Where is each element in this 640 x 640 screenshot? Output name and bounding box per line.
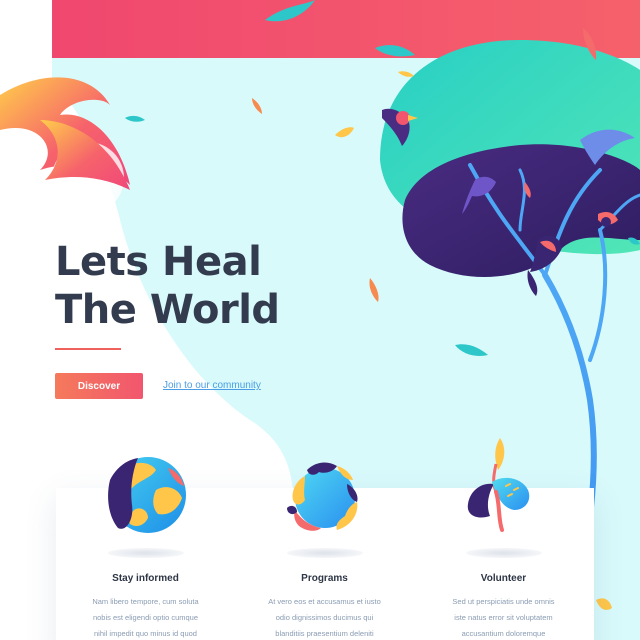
feature-description-line: blanditiis praesentium deleniti — [275, 629, 374, 638]
feature-card-volunteer[interactable]: Volunteer Sed ut perspiciatis unde omnis… — [414, 438, 593, 640]
feature-description-line: Nam libero tempore, cum soluta — [92, 597, 199, 606]
feature-description-line: odio dignissimos ducimus qui — [275, 613, 374, 622]
feature-description-line: accusantium doloremque — [461, 629, 546, 638]
feature-description: Nam libero tempore, cum soluta nobis est… — [78, 594, 213, 640]
feature-description-line: iste natus error sit voluptatem — [454, 613, 553, 622]
feature-description-line: At vero eos et accusamus et iusto — [268, 597, 381, 606]
title-divider — [55, 348, 121, 350]
sprout-icon — [467, 438, 530, 532]
feature-card-programs[interactable]: Programs At vero eos et accusamus et ius… — [235, 462, 414, 640]
hero-title-line-2: The World — [55, 287, 280, 333]
feature-title: Programs — [301, 573, 348, 584]
globe-icon — [108, 457, 186, 533]
feature-description-line: Sed ut perspiciatis unde omnis — [452, 597, 555, 606]
discover-button[interactable]: Discover — [55, 373, 143, 399]
feature-description: At vero eos et accusamus et iusto odio d… — [257, 594, 392, 640]
feature-title: Volunteer — [480, 573, 527, 584]
join-community-link[interactable]: Join to our community — [163, 380, 261, 391]
feature-title: Stay informed — [112, 573, 179, 584]
feature-card-stay-informed[interactable]: Stay informed Nam libero tempore, cum so… — [56, 457, 235, 640]
hero-title: Lets Heal The World — [55, 238, 280, 334]
hero-title-line-1: Lets Heal — [55, 239, 262, 285]
icon-shadow — [466, 548, 542, 558]
features-panel: Stay informed Nam libero tempore, cum so… — [56, 438, 594, 640]
landing-page: Lets Heal The World Discover Join to our… — [0, 0, 640, 640]
feature-description: Sed ut perspiciatis unde omnis iste natu… — [436, 594, 571, 640]
feature-description-line: nihil impedit quo minus id quod — [94, 629, 197, 638]
hands-circle-icon — [287, 462, 358, 531]
icon-shadow — [108, 548, 184, 558]
icon-shadow — [287, 548, 363, 558]
feature-description-line: nobis est eligendi optio cumque — [92, 613, 199, 622]
